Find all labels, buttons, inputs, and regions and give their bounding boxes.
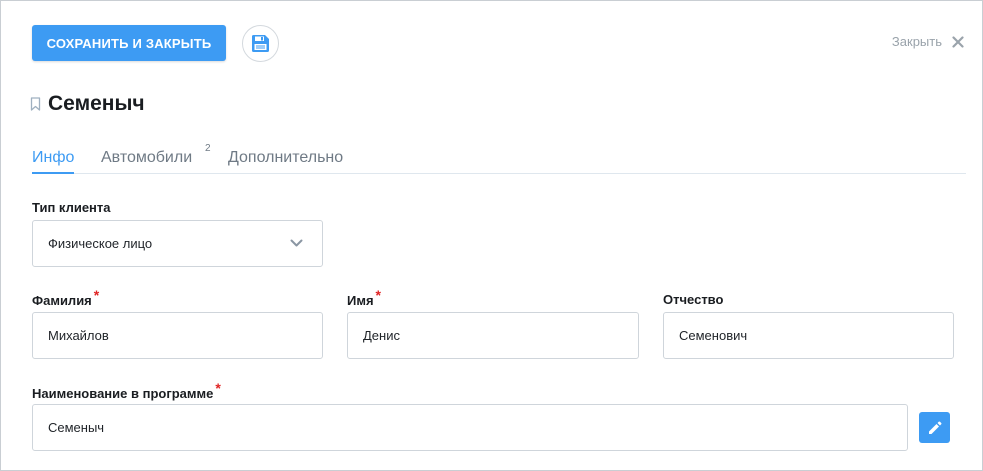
last-name-label-text: Фамилия bbox=[32, 293, 92, 308]
program-name-label: Наименование в программе * bbox=[32, 380, 221, 401]
tab-cars[interactable]: Автомобили bbox=[101, 149, 192, 174]
program-name-label-text: Наименование в программе bbox=[32, 386, 214, 401]
client-type-value: Физическое лицо bbox=[48, 236, 153, 251]
first-name-label-text: Имя bbox=[347, 293, 374, 308]
last-name-label: Фамилия * bbox=[32, 287, 99, 308]
program-name-field[interactable]: Семеныч bbox=[32, 404, 908, 451]
page-title: Семеныч bbox=[48, 92, 145, 115]
save-and-close-button[interactable]: СОХРАНИТЬ И ЗАКРЫТЬ bbox=[32, 25, 226, 61]
edit-program-name-button[interactable] bbox=[919, 412, 950, 443]
client-card-window: СОХРАНИТЬ И ЗАКРЫТЬ Закрыть Семеныч Инфо… bbox=[0, 0, 983, 471]
save-button[interactable] bbox=[242, 25, 279, 62]
chevron-down-icon bbox=[290, 239, 303, 247]
first-name-value: Денис bbox=[363, 328, 400, 343]
patronymic-label: Отчество bbox=[663, 292, 724, 307]
close-icon bbox=[952, 35, 964, 48]
program-name-value: Семеныч bbox=[48, 420, 105, 435]
first-name-label: Имя * bbox=[347, 287, 381, 308]
first-name-field[interactable]: Денис bbox=[347, 312, 639, 359]
close-label: Закрыть bbox=[891, 34, 942, 49]
client-type-label: Тип клиента bbox=[32, 200, 111, 215]
title-row: Семеныч bbox=[30, 92, 145, 116]
client-type-select[interactable]: Физическое лицо bbox=[32, 220, 323, 267]
save-icon bbox=[252, 35, 269, 52]
tab-additional[interactable]: Дополнительно bbox=[228, 149, 343, 174]
last-name-field[interactable]: Михайлов bbox=[32, 312, 323, 359]
tab-info[interactable]: Инфо bbox=[32, 149, 75, 174]
pencil-icon bbox=[928, 421, 941, 434]
cars-count-badge: 2 bbox=[205, 143, 211, 154]
tab-cars-label: Автомобили bbox=[101, 149, 193, 166]
required-marker: * bbox=[375, 287, 381, 303]
required-marker: * bbox=[215, 380, 221, 396]
tab-bar: Инфо Автомобили 2 Дополнительно bbox=[32, 143, 966, 174]
close-button[interactable]: Закрыть bbox=[892, 34, 964, 49]
bookmark-icon[interactable] bbox=[30, 97, 41, 111]
patronymic-value: Семенович bbox=[679, 328, 748, 343]
last-name-value: Михайлов bbox=[48, 328, 109, 343]
patronymic-field[interactable]: Семенович bbox=[663, 312, 954, 359]
required-marker: * bbox=[93, 287, 100, 303]
